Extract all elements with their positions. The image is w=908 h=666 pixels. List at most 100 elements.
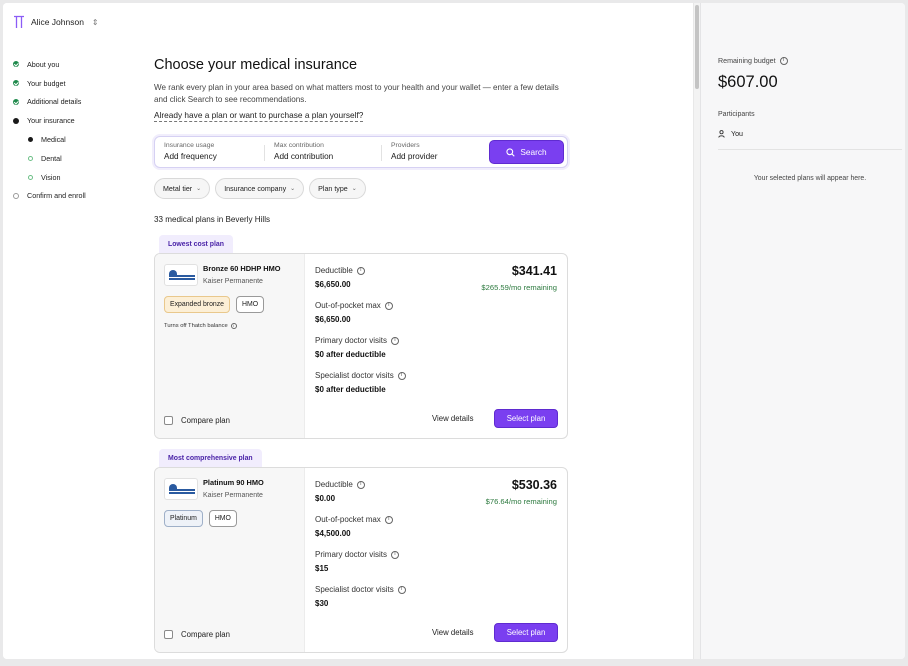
feature-label: Specialist doctor visits xyxy=(315,371,394,380)
view-details-link[interactable]: View details xyxy=(432,628,473,637)
plan-tag: Most comprehensive plan xyxy=(159,449,262,467)
compare-plan-checkbox[interactable]: Compare plan xyxy=(164,630,230,639)
checkbox[interactable] xyxy=(164,416,173,425)
search-icon xyxy=(506,147,516,157)
field-label: Providers xyxy=(391,142,420,149)
scrollbar-thumb[interactable] xyxy=(695,5,699,89)
filter-metal-tier[interactable]: Metal tier ⌄ xyxy=(154,178,211,199)
nav-item-about-you[interactable]: About you xyxy=(13,55,143,74)
feature-label: Primary doctor visits xyxy=(315,336,388,345)
compare-plan-checkbox[interactable]: Compare plan xyxy=(164,416,230,425)
filter-plan-type[interactable]: Plan type ⌄ xyxy=(309,178,366,199)
nav-item-label: Confirm and enroll xyxy=(27,191,86,201)
insurance-usage-field[interactable]: Insurance usage Add frequency xyxy=(164,142,217,161)
deductible: Deductible i $0.00 xyxy=(315,480,365,503)
info-icon[interactable]: i xyxy=(397,585,406,594)
pending-step-icon xyxy=(28,174,33,180)
chevron-down-icon: ⌄ xyxy=(290,186,296,192)
app-window: Alice Johnson ⇕ About you Your budget Ad… xyxy=(3,3,905,659)
feature-value: $0 after deductible xyxy=(315,350,386,359)
compare-label: Compare plan xyxy=(181,416,230,425)
max-contribution-field[interactable]: Max contribution Add contribution xyxy=(274,142,333,161)
nav-item-label: Your budget xyxy=(27,78,66,88)
nav-item-medical[interactable]: Medical xyxy=(13,130,143,149)
page-title: Choose your medical insurance xyxy=(154,57,358,73)
plan-remaining: $265.59/mo remaining xyxy=(481,283,557,292)
plan-name: Platinum 90 HMO xyxy=(203,478,264,487)
nav-item-your-insurance[interactable]: Your insurance xyxy=(13,111,143,130)
plan-summary: Platinum 90 HMO Kaiser Permanente Platin… xyxy=(155,468,305,652)
nav-item-label: Medical xyxy=(41,135,66,145)
info-icon[interactable]: i xyxy=(356,480,365,489)
chevron-down-icon: ⌄ xyxy=(196,186,202,192)
nav-item-your-budget[interactable]: Your budget xyxy=(13,74,143,93)
feature-value: $15 xyxy=(315,564,329,573)
specialist-doctor-visits: Specialist doctor visits i $30 xyxy=(315,585,406,608)
check-circle-icon xyxy=(13,80,19,87)
select-plan-button[interactable]: Select plan xyxy=(494,409,558,428)
plan-carrier: Kaiser Permanente xyxy=(203,492,263,499)
info-icon[interactable]: i xyxy=(384,515,393,524)
participant-name: You xyxy=(731,130,743,138)
current-step-icon xyxy=(28,137,33,143)
checkbox[interactable] xyxy=(164,630,173,639)
nav-item-confirm-and-enroll[interactable]: Confirm and enroll xyxy=(13,187,143,206)
progress-nav: About you Your budget Additional details… xyxy=(13,55,143,205)
providers-field[interactable]: Providers Add provider xyxy=(391,142,437,161)
plan-carrier: Kaiser Permanente xyxy=(203,278,263,285)
kaiser-logo-icon xyxy=(164,264,198,286)
budget-panel: Remaining budget i $607.00 Participants … xyxy=(700,3,905,659)
results-count: 33 medical plans in Beverly Hills xyxy=(154,215,271,224)
check-circle-icon xyxy=(13,61,19,68)
info-icon[interactable]: i xyxy=(391,336,400,345)
select-plan-button[interactable]: Select plan xyxy=(494,623,558,642)
specialist-doctor-visits: Specialist doctor visits i $0 after deduc… xyxy=(315,371,406,394)
divider xyxy=(264,145,265,161)
plan-summary: Bronze 60 HDHP HMO Kaiser Permanente Exp… xyxy=(155,254,305,438)
check-circle-icon xyxy=(13,98,19,105)
filter-label: Metal tier xyxy=(163,184,193,193)
selected-plans-empty-state: Your selected plans will appear here. xyxy=(753,175,867,182)
compare-label: Compare plan xyxy=(181,630,230,639)
own-plan-link[interactable]: Already have a plan or want to purchase … xyxy=(154,110,364,122)
search-button[interactable]: Search xyxy=(489,140,564,164)
info-icon[interactable]: i xyxy=(356,266,365,275)
plan-type-badge: HMO xyxy=(236,296,265,313)
pending-step-icon xyxy=(13,192,19,199)
plan-remaining: $76.64/mo remaining xyxy=(485,497,557,506)
plan-card: Platinum 90 HMO Kaiser Permanente Platin… xyxy=(154,467,568,653)
account-switcher[interactable]: Alice Johnson ⇕ xyxy=(13,15,99,29)
view-details-link[interactable]: View details xyxy=(432,414,473,423)
nav-item-dental[interactable]: Dental xyxy=(13,149,143,168)
plan-note: Turns off Thatch balance i xyxy=(164,323,237,329)
nav-item-vision[interactable]: Vision xyxy=(13,168,143,187)
info-icon[interactable]: i xyxy=(779,57,788,65)
info-icon[interactable]: i xyxy=(230,323,237,329)
plan-badges: Expanded bronze HMO xyxy=(164,296,265,313)
nav-item-label: Dental xyxy=(41,153,62,163)
info-icon[interactable]: i xyxy=(391,550,400,559)
remaining-budget-amount: $607.00 xyxy=(718,73,778,91)
filter-insurance-company[interactable]: Insurance company ⌄ xyxy=(215,178,305,199)
plan-type-badge: HMO xyxy=(208,510,237,527)
nav-item-additional-details[interactable]: Additional details xyxy=(13,93,143,112)
kaiser-logo-icon xyxy=(164,478,198,500)
field-value: Add frequency xyxy=(164,152,217,161)
user-icon xyxy=(718,130,725,138)
plan-name: Bronze 60 HDHP HMO xyxy=(203,264,281,273)
search-button-label: Search xyxy=(520,147,547,157)
info-icon[interactable]: i xyxy=(384,301,393,310)
plan-card: Bronze 60 HDHP HMO Kaiser Permanente Exp… xyxy=(154,253,568,439)
nav-item-label: Your insurance xyxy=(27,116,75,126)
divider xyxy=(718,149,902,150)
pending-step-icon xyxy=(28,155,33,161)
feature-value: $4,500.00 xyxy=(315,529,351,538)
field-label: Max contribution xyxy=(274,142,324,149)
primary-doctor-visits: Primary doctor visits i $15 xyxy=(315,550,400,573)
chevron-up-down-icon: ⇕ xyxy=(91,17,99,27)
info-icon[interactable]: i xyxy=(397,371,406,380)
main-scrollbar[interactable] xyxy=(693,3,700,659)
user-name: Alice Johnson xyxy=(31,17,84,27)
remaining-budget-label: Remaining budget i xyxy=(718,57,788,65)
feature-value: $30 xyxy=(315,599,329,608)
